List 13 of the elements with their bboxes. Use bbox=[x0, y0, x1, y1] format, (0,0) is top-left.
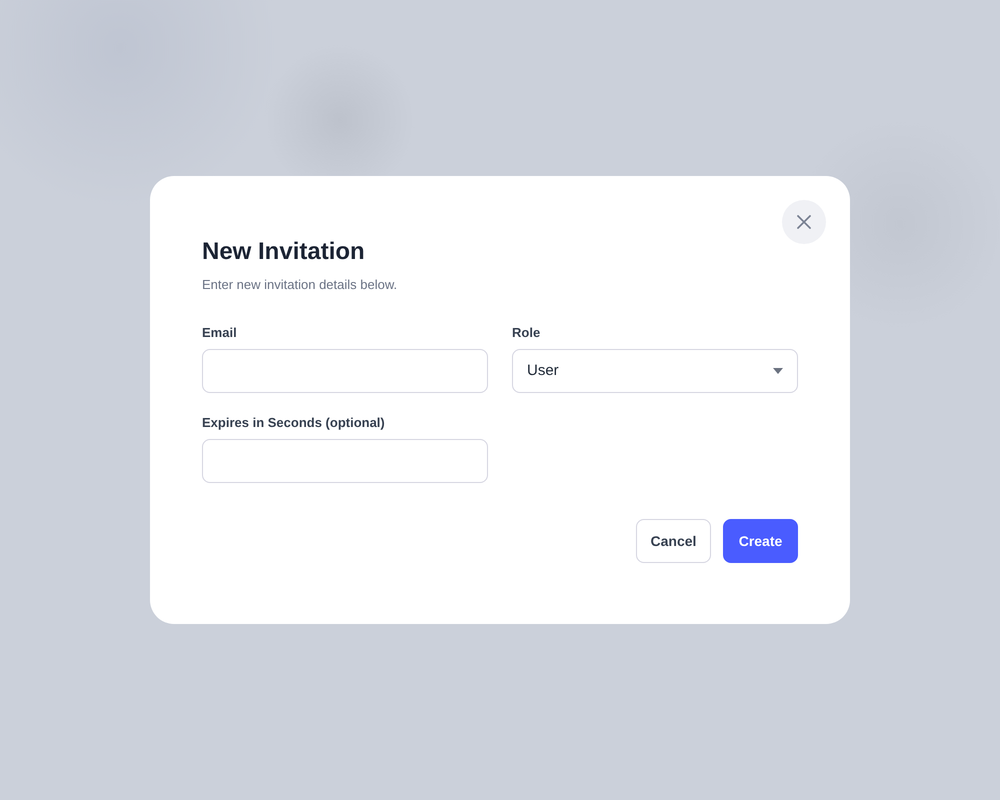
input-field[interactable] bbox=[202, 439, 488, 483]
dialog-title: New Invitation bbox=[202, 237, 365, 267]
input-field[interactable] bbox=[202, 349, 488, 393]
caret-icon bbox=[773, 368, 783, 374]
dialog-subtitle: Enter new invitation details below. bbox=[202, 276, 398, 294]
close-button[interactable] bbox=[782, 200, 826, 244]
field-label: Role bbox=[512, 325, 540, 341]
cancel-button[interactable]: Cancel bbox=[636, 519, 711, 563]
role-select[interactable]: User bbox=[512, 349, 798, 393]
close-icon bbox=[797, 215, 811, 229]
create-button[interactable]: Create bbox=[723, 519, 798, 563]
field-label: Email bbox=[202, 325, 237, 341]
field-label: Expires in Seconds (optional) bbox=[202, 415, 385, 431]
